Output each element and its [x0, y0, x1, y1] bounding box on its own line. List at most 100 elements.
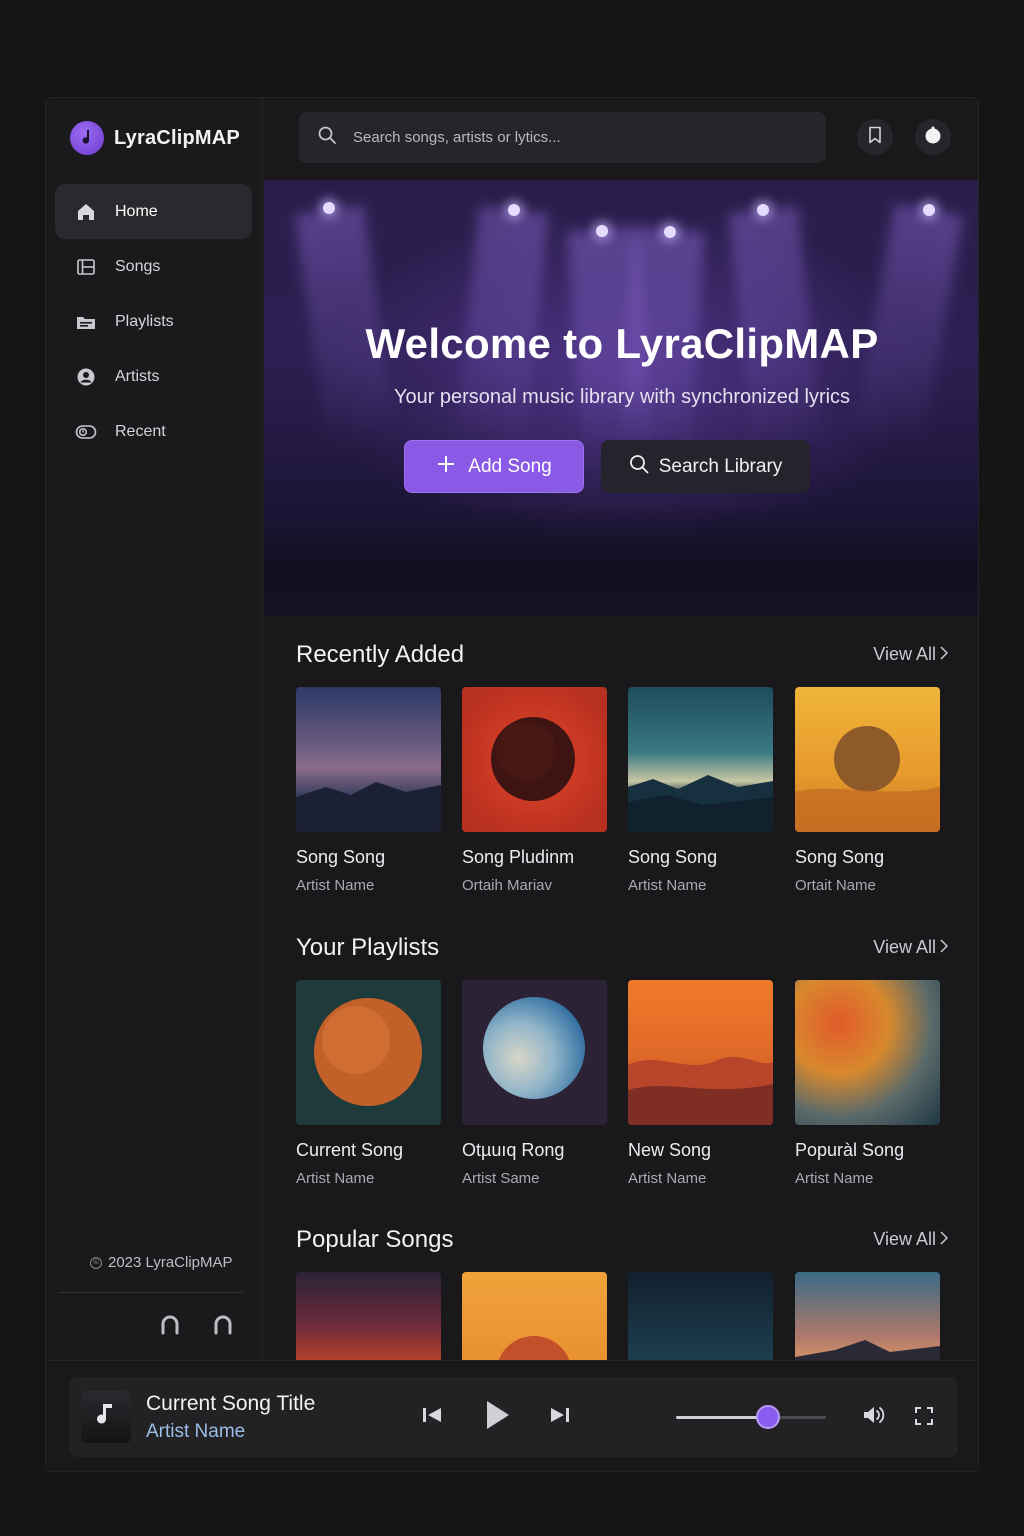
volume-slider[interactable] — [676, 1405, 826, 1429]
sidebar-item-recent[interactable]: Recent — [55, 404, 252, 459]
search-icon — [629, 454, 649, 480]
album-art — [462, 687, 607, 832]
section-title-your-playlists: Your Playlists — [296, 934, 440, 961]
view-all-label: View All — [873, 1229, 936, 1249]
playlist-card[interactable]: Popuràl Song Artist Name — [795, 980, 941, 1187]
album-art — [462, 980, 607, 1125]
bookmark-button[interactable] — [857, 119, 893, 155]
song-card[interactable] — [795, 1272, 941, 1360]
now-playing-thumbnail[interactable] — [81, 1391, 131, 1443]
view-all-label: View All — [873, 644, 936, 664]
card-artist: Artist Name — [296, 877, 375, 894]
home-icon — [75, 201, 97, 223]
sidebar-item-playlists[interactable]: Playlists — [55, 294, 252, 349]
fullscreen-icon — [914, 1406, 934, 1431]
folder-icon — [75, 311, 97, 333]
plus-icon — [436, 454, 456, 480]
add-song-label: Add Song — [468, 455, 552, 477]
song-card[interactable]: Song Song Artist Name — [628, 687, 774, 894]
stage-light — [664, 226, 676, 238]
film-icon — [75, 256, 97, 278]
card-artist: Artist Name — [628, 877, 707, 894]
stage-light — [757, 204, 769, 216]
card-title: Popuràl Song — [795, 1140, 905, 1160]
user-circle-icon — [75, 366, 97, 388]
history-icon — [75, 421, 97, 443]
github-icon[interactable] — [158, 1313, 182, 1337]
card-title: Song Song — [628, 847, 718, 867]
player-bar: Current Song Title Artist Name — [46, 1360, 978, 1471]
card-artist: Ortaih Mariav — [462, 877, 553, 894]
album-art — [628, 980, 773, 1125]
play-button[interactable] — [479, 1399, 515, 1435]
view-all-your-playlists[interactable]: View All — [873, 937, 949, 958]
hero-title: Welcome to LyraClipMAP — [365, 320, 879, 367]
view-all-recently-added[interactable]: View All — [873, 644, 949, 665]
search-library-label: Search Library — [658, 455, 783, 477]
profile-button[interactable] — [915, 119, 951, 155]
sidebar-item-songs[interactable]: Songs — [55, 239, 252, 294]
section-title-popular-songs: Popular Songs — [296, 1226, 454, 1253]
search-bar[interactable] — [299, 112, 826, 163]
song-card[interactable] — [296, 1272, 442, 1360]
card-artist: Ortait Name — [795, 877, 876, 894]
add-song-button[interactable]: Add Song — [404, 440, 584, 493]
fullscreen-button[interactable] — [913, 1406, 935, 1431]
sidebar-item-label: Recent — [115, 422, 166, 440]
now-playing-artist[interactable]: Artist Name — [146, 1421, 245, 1443]
volume-level — [676, 1416, 768, 1419]
card-title: Otµuıq Rong — [462, 1140, 565, 1160]
playlist-card[interactable]: New Song Artist Name — [628, 980, 774, 1187]
chevron-right-icon — [940, 937, 949, 958]
album-art — [628, 1272, 773, 1360]
search-input[interactable] — [353, 129, 773, 146]
now-playing: Current Song Title Artist Name — [69, 1377, 958, 1457]
album-art — [795, 687, 940, 832]
play-icon — [483, 1399, 511, 1436]
playlist-card[interactable]: Current Song Artist Name — [296, 980, 442, 1187]
stage-light — [596, 225, 608, 237]
song-card[interactable]: Song Pludinm Ortaih Mariav — [462, 687, 608, 894]
card-title: Song Song — [296, 847, 386, 867]
github-alt-icon[interactable] — [211, 1313, 235, 1337]
search-library-button[interactable]: Search Library — [601, 440, 810, 493]
view-all-popular-songs[interactable]: View All — [873, 1229, 949, 1250]
album-art — [462, 1272, 607, 1360]
view-all-label: View All — [873, 937, 936, 957]
previous-button[interactable] — [420, 1405, 444, 1429]
stage-light — [923, 204, 935, 216]
now-playing-title: Current Song Title — [146, 1392, 316, 1415]
hero-subtitle: Your personal music library with synchro… — [393, 386, 851, 408]
avatar-icon — [924, 126, 942, 149]
sidebar-item-artists[interactable]: Artists — [55, 349, 252, 404]
hero-banner: Welcome to LyraClipMAP Your personal mus… — [264, 180, 978, 616]
card-title: Current Song — [296, 1140, 404, 1160]
skip-previous-icon — [421, 1405, 443, 1430]
next-button[interactable] — [548, 1405, 572, 1429]
album-art — [628, 687, 773, 832]
sidebar-item-label: Playlists — [115, 312, 174, 330]
song-card[interactable]: Song Song Artist Name — [296, 687, 442, 894]
volume-icon — [862, 1404, 886, 1431]
song-card[interactable]: Song Song Ortait Name — [795, 687, 941, 894]
song-card[interactable] — [462, 1272, 608, 1360]
album-art — [296, 687, 441, 832]
card-title: New Song — [628, 1140, 712, 1160]
sidebar-item-home[interactable]: Home — [55, 184, 252, 239]
album-art — [795, 1272, 940, 1360]
music-note-icon — [96, 1402, 116, 1433]
skip-next-icon — [549, 1405, 571, 1430]
section-title-recently-added: Recently Added — [296, 641, 465, 668]
album-art — [296, 1272, 441, 1360]
card-title: Song Pludinm — [462, 847, 575, 867]
card-artist: Artist Name — [296, 1170, 375, 1187]
volume-button[interactable] — [862, 1406, 886, 1428]
volume-knob[interactable] — [755, 1405, 780, 1429]
sidebar-nav: Home Songs Playlists Artists Recent — [55, 184, 252, 459]
brand-name: LyraClipMAP — [114, 126, 240, 149]
sidebar-item-label: Home — [115, 202, 158, 220]
song-card[interactable] — [628, 1272, 774, 1360]
brand[interactable]: LyraClipMAP — [70, 121, 240, 155]
playlist-card[interactable]: Otµuıq Rong Artist Same — [462, 980, 608, 1187]
chevron-right-icon — [940, 1229, 949, 1250]
